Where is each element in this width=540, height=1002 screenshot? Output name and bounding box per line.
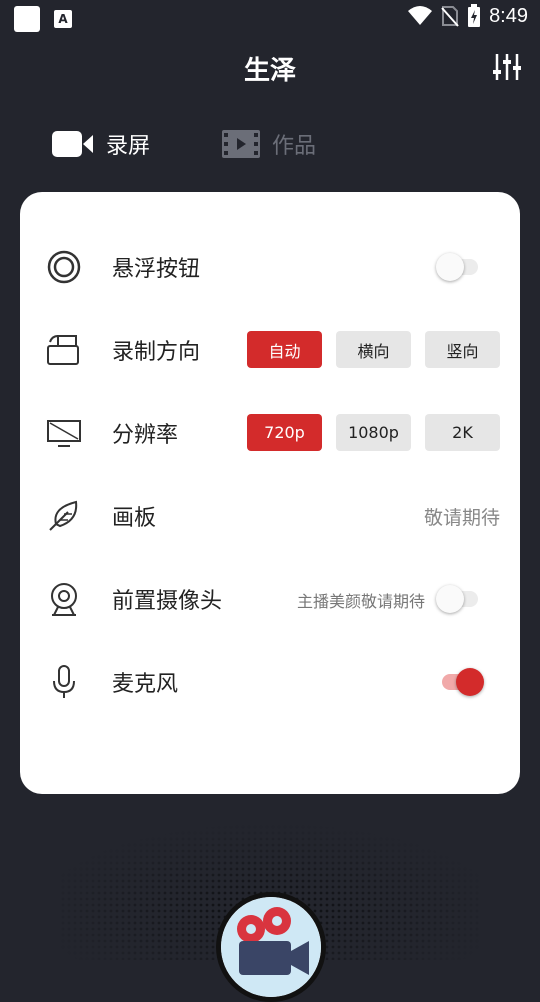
row-resolution: 分辨率 720p 1080p 2K xyxy=(20,403,520,463)
microphone-toggle[interactable] xyxy=(436,667,484,697)
front-camera-toggle[interactable] xyxy=(436,584,484,614)
clock: 8:49 xyxy=(489,4,528,27)
resolution-2k-button[interactable]: 2K xyxy=(425,414,500,451)
resolution-selector: 720p 1080p 2K xyxy=(247,414,500,451)
video-camera-icon xyxy=(52,131,93,157)
row-floating-button: 悬浮按钮 xyxy=(20,237,520,297)
drawing-board-status: 敬请期待 xyxy=(423,507,500,529)
keyboard-indicator-icon: A xyxy=(54,10,72,28)
target-circle-icon xyxy=(47,250,81,284)
film-icon xyxy=(222,130,261,158)
screen-rotation-icon xyxy=(47,335,79,365)
row-microphone: 麦克风 xyxy=(20,652,520,712)
settings-card: 悬浮按钮 录制方向 自动 横向 竖向 分辨率 720p 1080p 2K 画板 … xyxy=(20,192,520,794)
row-front-camera: 前置摄像头 主播美颜敬请期待 xyxy=(20,569,520,629)
title-bar: 生泽 xyxy=(0,46,540,90)
tab-record-label: 录屏 xyxy=(106,134,151,159)
orientation-landscape-button[interactable]: 横向 xyxy=(336,331,411,368)
webcam-icon xyxy=(51,583,77,616)
microphone-icon xyxy=(53,665,75,698)
tab-works-label: 作品 xyxy=(272,134,317,159)
orientation-selector: 自动 横向 竖向 xyxy=(247,331,500,368)
row-record-orientation: 录制方向 自动 横向 竖向 xyxy=(20,320,520,380)
battery-charging-icon xyxy=(468,4,481,27)
resolution-label: 分辨率 xyxy=(112,423,179,448)
page-title: 生泽 xyxy=(243,56,296,86)
floating-button-toggle[interactable] xyxy=(436,252,484,282)
record-start-button[interactable] xyxy=(216,892,326,1002)
movie-camera-icon xyxy=(221,897,321,997)
tab-record[interactable]: 录屏 xyxy=(52,128,150,160)
resolution-1080p-button[interactable]: 1080p xyxy=(336,414,411,451)
settings-sliders-icon[interactable] xyxy=(492,52,522,82)
floating-button-label: 悬浮按钮 xyxy=(112,257,201,282)
front-camera-hint: 主播美颜敬请期待 xyxy=(296,592,425,611)
feather-icon xyxy=(49,500,78,531)
microphone-label: 麦克风 xyxy=(112,672,179,697)
row-drawing-board[interactable]: 画板 敬请期待 xyxy=(20,486,520,546)
orientation-auto-button[interactable]: 自动 xyxy=(247,331,322,368)
resolution-720p-button[interactable]: 720p xyxy=(247,414,322,451)
notification-icon xyxy=(14,6,40,32)
no-sim-icon xyxy=(441,6,459,27)
tab-works[interactable]: 作品 xyxy=(222,128,316,160)
status-bar: A 8:49 xyxy=(0,0,540,36)
drawing-board-label: 画板 xyxy=(112,506,157,531)
front-camera-label: 前置摄像头 xyxy=(112,589,223,614)
wifi-icon xyxy=(408,6,433,25)
orientation-portrait-button[interactable]: 竖向 xyxy=(425,331,500,368)
monitor-icon xyxy=(47,420,81,447)
record-orientation-label: 录制方向 xyxy=(112,340,201,365)
tab-bar: 录屏 作品 xyxy=(52,128,316,160)
